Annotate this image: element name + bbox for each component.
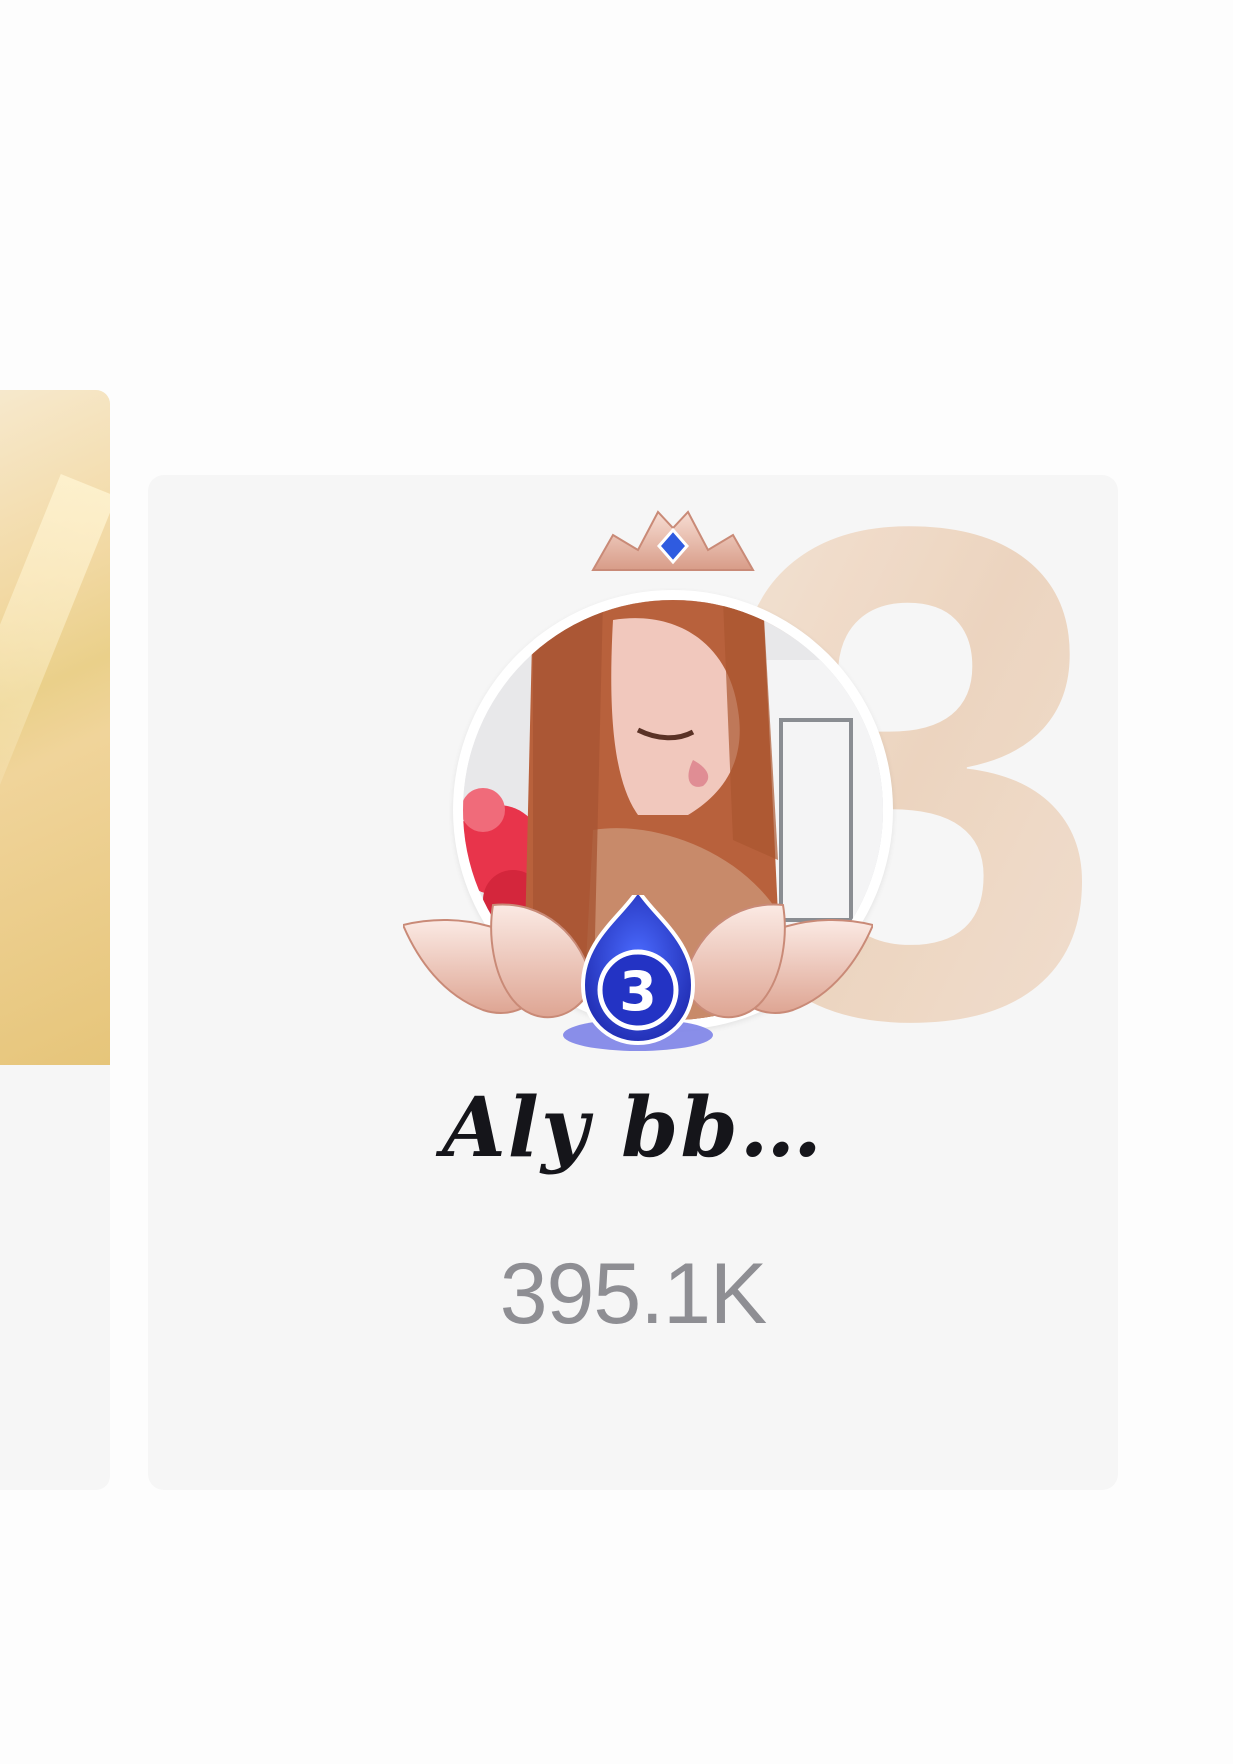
rank-3-card[interactable]: 3 3 Aly bb… 395.1K — [148, 475, 1118, 1490]
avatar-frame[interactable]: 3 — [403, 500, 893, 1060]
rank-2-card-partial[interactable] — [0, 390, 110, 1490]
lotus-frame-icon: 3 — [403, 895, 873, 1051]
leaderboard-strip: 3 3 Aly bb… 395.1K — [0, 0, 1233, 1764]
rank-badge-number: 3 — [619, 960, 657, 1023]
score-value: 395.1K — [499, 1246, 768, 1342]
username-label[interactable]: Aly bb… — [148, 1080, 1118, 1176]
crown-icon — [591, 510, 755, 571]
